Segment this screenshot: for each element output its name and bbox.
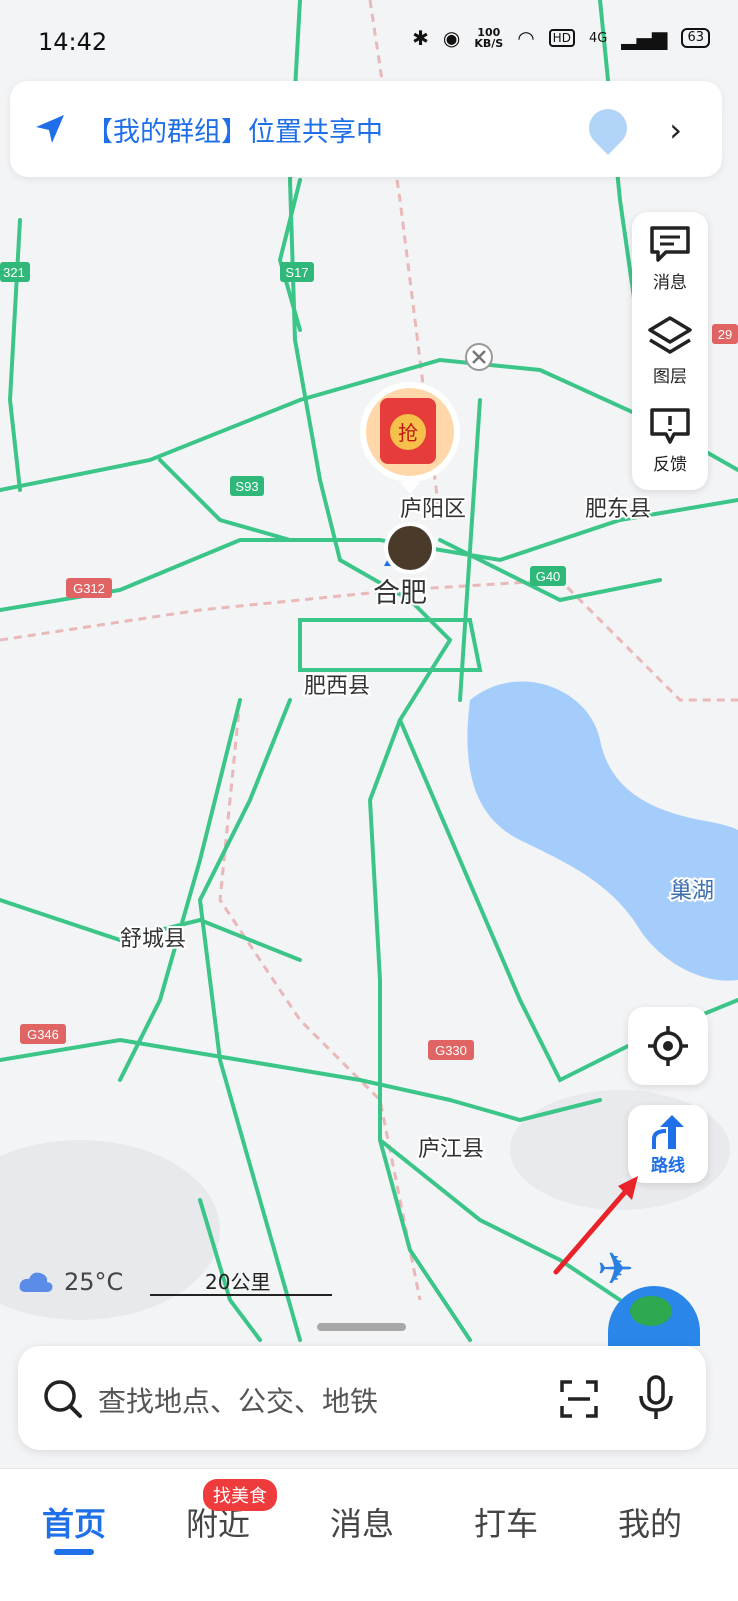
place-label-feixi: 肥西县: [304, 673, 370, 698]
road-label-s17: S17: [285, 265, 308, 280]
feedback-icon: [650, 408, 690, 444]
cloud-icon: [19, 1272, 53, 1292]
place-label-luyang: 庐阳区: [400, 496, 466, 521]
tab-taxi[interactable]: 打车: [474, 1499, 538, 1545]
feedback-label: 反馈: [653, 455, 687, 475]
scan-icon[interactable]: [558, 1378, 600, 1420]
tab-home[interactable]: 首页: [42, 1499, 106, 1545]
place-label-lujiang: 庐江县: [418, 1136, 484, 1161]
layers-button[interactable]: 图层: [632, 314, 708, 404]
navigation-arrow-icon: [36, 115, 64, 143]
signal-icon: ▂▄▆: [621, 26, 668, 50]
tab-home-indicator: [54, 1549, 94, 1555]
road-label-g40: G40: [536, 569, 561, 584]
messages-label: 消息: [653, 273, 687, 293]
road-label-s93: S93: [235, 479, 258, 494]
layers-icon: [648, 316, 692, 355]
map-scale-bar: 20公里: [150, 1266, 334, 1298]
search-icon: [44, 1380, 82, 1418]
user-location-marker[interactable]: [384, 522, 436, 574]
network-type: 4G: [588, 30, 608, 46]
message-icon: [650, 226, 690, 262]
messages-button[interactable]: 消息: [632, 224, 708, 314]
status-bar: 14:42 ✱ ◉ 100 KB/S ◠ HD 4G ▂▄▆ 63: [0, 0, 738, 88]
share-banner-text: 【我的群组】位置共享中: [86, 116, 383, 148]
road-label-g312: G312: [73, 581, 105, 596]
crosshair-icon: [648, 1026, 688, 1066]
hd-icon: HD: [548, 29, 575, 47]
chevron-right-icon: ›: [669, 111, 682, 149]
promo-label: 抢: [398, 422, 418, 445]
location-pin-icon: [581, 101, 635, 155]
microphone-icon[interactable]: [636, 1374, 676, 1422]
road-label-g330: G330: [435, 1043, 467, 1058]
route-label: 路线: [651, 1155, 685, 1176]
place-label-shucheng: 舒城县: [120, 926, 186, 951]
tab-me[interactable]: 我的: [618, 1499, 682, 1545]
scale-label: 20公里: [205, 1270, 271, 1294]
layers-label: 图层: [653, 367, 687, 387]
location-icon: ◉: [442, 26, 461, 50]
promo-close-icon[interactable]: [465, 343, 493, 371]
wifi-icon: ◠: [517, 26, 535, 50]
place-label-feidong: 肥东县: [585, 496, 651, 521]
status-time: 14:42: [38, 28, 108, 56]
feedback-button[interactable]: 反馈: [632, 406, 708, 496]
tab-messages[interactable]: 消息: [330, 1499, 394, 1545]
bluetooth-icon: ✱: [412, 26, 429, 50]
battery-level: 63: [681, 28, 710, 48]
location-share-banner[interactable]: 【我的群组】位置共享中 ›: [10, 81, 722, 177]
network-speed: 100 KB/S: [474, 26, 504, 50]
place-label-chaohu: 巢湖: [670, 878, 714, 903]
weather-temp: 25°C: [64, 1268, 124, 1296]
place-label-hefei: 合肥: [373, 578, 427, 608]
sheet-drag-handle[interactable]: [317, 1323, 406, 1331]
road-label-g346: G346: [27, 1027, 59, 1042]
route-arrow-icon: [652, 1114, 684, 1149]
weather-widget[interactable]: 25°C: [18, 1268, 123, 1296]
bottom-tab-bar: 首页 附近 找美食 消息 打车 我的: [0, 1468, 738, 1601]
airplane-icon[interactable]: ✈: [597, 1244, 634, 1295]
road-label-29: 29: [718, 327, 732, 342]
locate-me-button[interactable]: [628, 1007, 708, 1085]
road-label-321: 321: [3, 265, 25, 280]
tab-nearby-badge: 找美食: [203, 1479, 277, 1511]
search-input[interactable]: 查找地点、公交、地铁: [98, 1380, 378, 1420]
search-bar[interactable]: 查找地点、公交、地铁: [18, 1346, 706, 1450]
map-side-toolbar: 消息 图层 反馈: [632, 212, 708, 490]
